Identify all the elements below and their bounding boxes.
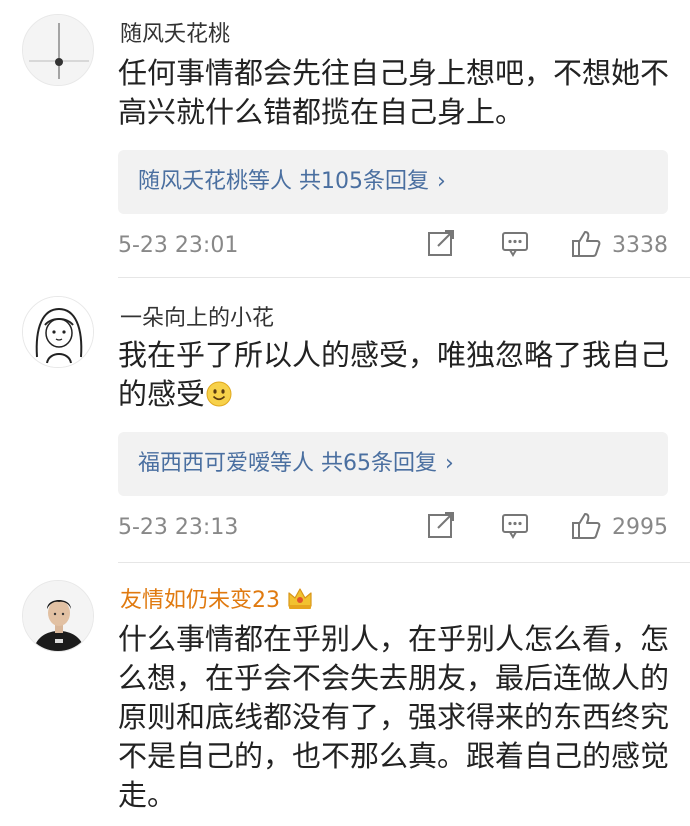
share-edit-icon[interactable] [426,510,456,544]
thumbs-up-icon[interactable] [570,228,602,264]
avatar[interactable] [22,14,94,86]
divider [118,562,690,563]
comment-meta: 5-23 23:13 2995 [118,510,668,546]
avatar[interactable] [22,296,94,368]
chevron-right-icon: › [445,451,454,476]
reply-summary-label: 福西西可爱嗳等人 共65条回复 [138,451,437,476]
like-count: 3338 [612,233,668,258]
comment-icon[interactable] [500,228,530,262]
comment-icon[interactable] [500,510,530,544]
avatar[interactable] [22,580,94,652]
thumbs-up-icon[interactable] [570,510,602,546]
username-label: 友情如仍未变23 [120,588,280,613]
timestamp: 5-23 23:01 [118,233,239,258]
reply-summary-label: 随风夭花桃等人 共105条回复 [138,169,429,194]
comment-text: 任何事情都会先往自己身上想吧，不想她不高兴就什么错都揽在自己身上。 [118,56,670,129]
reply-summary-button[interactable]: 福西西可爱嗳等人 共65条回复 › [118,432,668,496]
share-edit-icon[interactable] [426,228,456,262]
reply-summary-button[interactable]: 随风夭花桃等人 共105条回复 › [118,150,668,214]
smile-emoji-icon [205,379,233,418]
chevron-right-icon: › [437,169,446,194]
comment-text: 什么事情都在乎别人，在乎别人怎么看，怎么想，在乎会不会失去朋友，最后连做人的原则… [118,622,670,812]
username[interactable]: 随风夭花桃 [120,16,230,48]
comment-text: 我在乎了所以人的感受，唯独忽略了我自己的感受 [118,336,678,418]
timestamp: 5-23 23:13 [118,515,239,540]
comment-meta: 5-23 23:01 3338 [118,228,668,264]
crown-icon [286,585,314,617]
username[interactable]: 友情如仍未变23 [120,582,314,617]
username[interactable]: 一朵向上的小花 [120,300,274,332]
comment-text-body: 我在乎了所以人的感受，唯独忽略了我自己的感受 [118,338,670,411]
divider [118,277,690,278]
like-count: 2995 [612,515,668,540]
